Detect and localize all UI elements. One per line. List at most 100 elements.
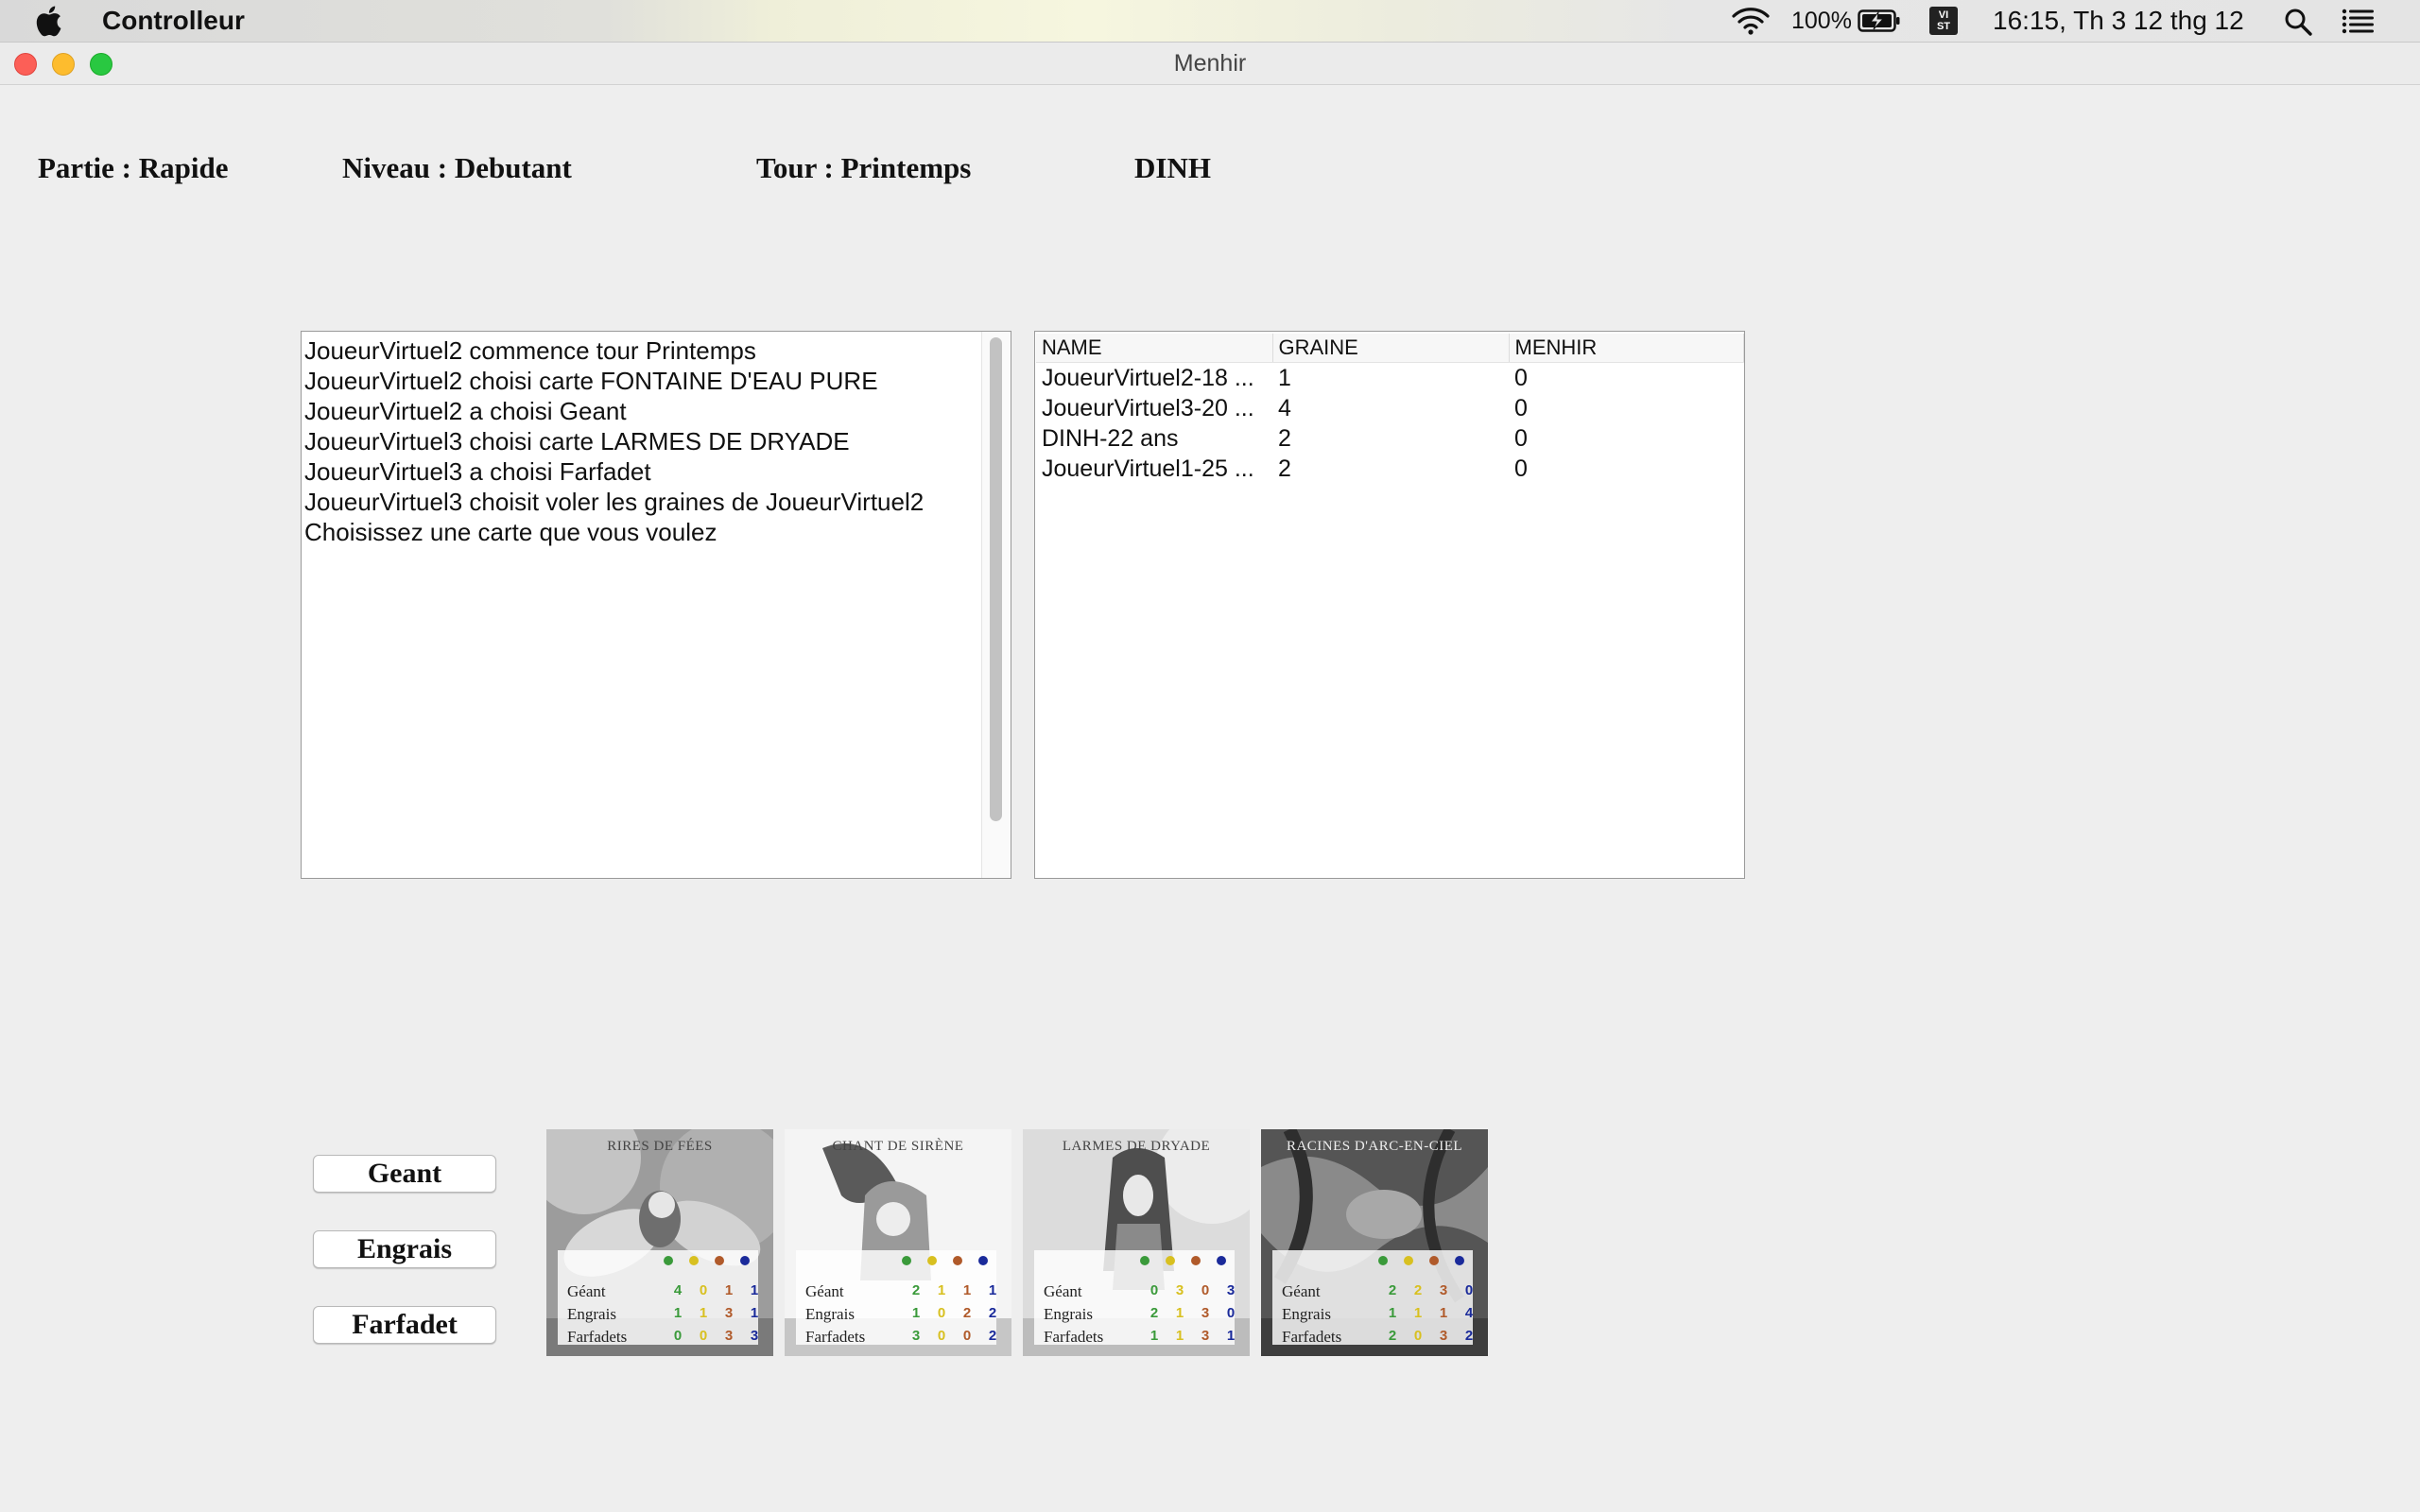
- column-header-name[interactable]: NAME: [1036, 334, 1273, 363]
- card-stat-value: 3: [1439, 1328, 1448, 1344]
- card-stat-row: Engrais 1 1 1 4: [1282, 1305, 1473, 1328]
- table-row[interactable]: JoueurVirtuel3-20 ... 4 0: [1036, 393, 1743, 423]
- season-icon: [715, 1256, 724, 1265]
- card-racines-d-arc-en-ciel[interactable]: RACINES D'ARC-EN-CIEL Géant 2 2 3 0 Engrais 1 1…: [1261, 1129, 1488, 1356]
- menhir-cell: 0: [1514, 394, 1528, 421]
- input-source-icon[interactable]: VI ST: [1929, 7, 1958, 35]
- card-stat-label: Engrais: [567, 1305, 616, 1323]
- log-entry: JoueurVirtuel2 choisi carte FONTAINE D'E…: [304, 367, 878, 395]
- card-stat-value: 0: [699, 1328, 708, 1344]
- card-stat-value: 2: [962, 1305, 972, 1321]
- battery-charging-icon[interactable]: [1858, 9, 1901, 32]
- season-icons: [898, 1256, 993, 1269]
- clock[interactable]: 16:15, Th 3 12 thg 12: [1993, 0, 2244, 42]
- card-stat-value: 2: [1388, 1328, 1397, 1344]
- table-row[interactable]: JoueurVirtuel1-25 ... 2 0: [1036, 454, 1743, 484]
- card-larmes-de-dryade[interactable]: LARMES DE DRYADE Géant 0 3 0 3 Engrais 2 1 3 0 Far…: [1023, 1129, 1250, 1356]
- menhir-cell: 0: [1514, 364, 1528, 391]
- menu-bar: Controlleur 100% VI ST 16:15, Th 3 12 th…: [0, 0, 2420, 43]
- menhir-cell: 0: [1514, 424, 1528, 452]
- card-stats: Géant 2 1 1 1 Engrais 1 0 2 2 Farfadets 3 0 0 2: [796, 1250, 996, 1346]
- card-stat-value: 4: [673, 1282, 683, 1298]
- menhir-cell: 0: [1514, 455, 1528, 482]
- card-stat-value: 3: [1201, 1328, 1210, 1344]
- card-stat-value: 1: [1150, 1328, 1159, 1344]
- card-stat-value: 1: [1226, 1328, 1236, 1344]
- season-icon: [740, 1256, 750, 1265]
- card-chant-de-sirene[interactable]: CHANT DE SIRÈNE Géant 2 1 1 1 Engrais 1 0 2 2 Farf…: [785, 1129, 1011, 1356]
- season-icon: [1217, 1256, 1226, 1265]
- card-stat-value: 4: [1464, 1305, 1474, 1321]
- card-stat-value: 0: [1150, 1282, 1159, 1298]
- input-source-label: VI ST: [1936, 9, 1951, 32]
- card-stat-row: Géant 4 0 1 1: [567, 1282, 758, 1305]
- game-mode-label: Partie : Rapide: [38, 151, 229, 184]
- card-stat-row: Géant 0 3 0 3: [1044, 1282, 1235, 1305]
- card-stat-row: Farfadets 2 0 3 2: [1282, 1328, 1473, 1350]
- season-icons: [1136, 1256, 1231, 1269]
- notification-center-icon[interactable]: [2342, 8, 2376, 34]
- season-icons: [660, 1256, 754, 1269]
- card-stat-value: 0: [1226, 1305, 1236, 1321]
- season-icon: [1455, 1256, 1464, 1265]
- game-log-panel[interactable]: JoueurVirtuel2 commence tour Printemps J…: [301, 331, 1011, 879]
- season-icon: [927, 1256, 937, 1265]
- wifi-icon[interactable]: [1730, 6, 1772, 36]
- card-rires-de-fees[interactable]: RIRES DE FÉES Géant 4 0 1 1 Engrais 1 1 3 1 Farfad…: [546, 1129, 773, 1356]
- geant-button[interactable]: Geant: [313, 1155, 496, 1193]
- window-zoom-button[interactable]: [90, 53, 112, 76]
- card-stats: Géant 4 0 1 1 Engrais 1 1 3 1 Farfadets 0 0 3 3: [558, 1250, 758, 1346]
- card-title: RIRES DE FÉES: [607, 1139, 713, 1154]
- player-name-cell: JoueurVirtuel1-25 ...: [1042, 455, 1254, 482]
- window-minimize-button[interactable]: [52, 53, 75, 76]
- log-scrollbar[interactable]: [981, 332, 1011, 878]
- season-icon: [1191, 1256, 1201, 1265]
- log-entry: JoueurVirtuel2 commence tour Printemps: [304, 336, 756, 365]
- window-close-button[interactable]: [14, 53, 37, 76]
- season-icon: [664, 1256, 673, 1265]
- card-stat-row: Géant 2 2 3 0: [1282, 1282, 1473, 1305]
- player-name-cell: DINH-22 ans: [1042, 424, 1179, 452]
- column-header-menhir[interactable]: MENHIR: [1509, 334, 1744, 363]
- table-row[interactable]: DINH-22 ans 2 0: [1036, 423, 1743, 454]
- card-stat-value: 2: [1413, 1282, 1423, 1298]
- apple-menu-icon[interactable]: [34, 4, 62, 38]
- app-name-menu[interactable]: Controlleur: [102, 0, 245, 42]
- card-stat-value: 2: [988, 1305, 997, 1321]
- graine-cell: 2: [1278, 455, 1291, 482]
- table-row[interactable]: JoueurVirtuel2-18 ... 1 0: [1036, 363, 1743, 394]
- window-title: Menhir: [1173, 50, 1247, 77]
- card-stat-value: 0: [1201, 1282, 1210, 1298]
- engrais-button[interactable]: Engrais: [313, 1230, 496, 1268]
- season-icon: [1404, 1256, 1413, 1265]
- card-stat-value: 0: [1413, 1328, 1423, 1344]
- log-scrollbar-thumb[interactable]: [990, 337, 1002, 821]
- battery-percentage: 100%: [1791, 8, 1852, 34]
- card-stat-value: 0: [699, 1282, 708, 1298]
- log-entry: JoueurVirtuel2 a choisi Geant: [304, 397, 627, 425]
- card-stat-value: 3: [1175, 1282, 1184, 1298]
- card-stat-value: 1: [962, 1282, 972, 1298]
- card-stat-value: 3: [911, 1328, 921, 1344]
- card-stat-value: 2: [1388, 1282, 1397, 1298]
- card-stat-value: 2: [1464, 1328, 1474, 1344]
- card-stat-value: 0: [673, 1328, 683, 1344]
- card-title: CHANT DE SIRÈNE: [832, 1139, 964, 1154]
- card-stat-value: 2: [1150, 1305, 1159, 1321]
- card-stat-value: 1: [1413, 1305, 1423, 1321]
- season-label: Tour : Printemps: [756, 151, 972, 184]
- season-icon: [689, 1256, 699, 1265]
- card-stat-label: Engrais: [805, 1305, 855, 1323]
- column-header-graine[interactable]: GRAINE: [1272, 334, 1510, 363]
- card-stat-value: 2: [911, 1282, 921, 1298]
- graine-cell: 2: [1278, 424, 1291, 452]
- log-entry: JoueurVirtuel3 choisi carte LARMES DE DR…: [304, 427, 850, 455]
- spotlight-search-icon[interactable]: [2283, 7, 2313, 37]
- farfadet-button[interactable]: Farfadet: [313, 1306, 496, 1344]
- card-stat-value: 1: [724, 1282, 734, 1298]
- card-stat-value: 1: [1175, 1328, 1184, 1344]
- game-log-list: JoueurVirtuel2 commence tour Printemps J…: [304, 335, 980, 547]
- log-entry: Choisissez une carte que vous voulez: [304, 518, 717, 546]
- season-icon: [978, 1256, 988, 1265]
- card-stat-value: 1: [988, 1282, 997, 1298]
